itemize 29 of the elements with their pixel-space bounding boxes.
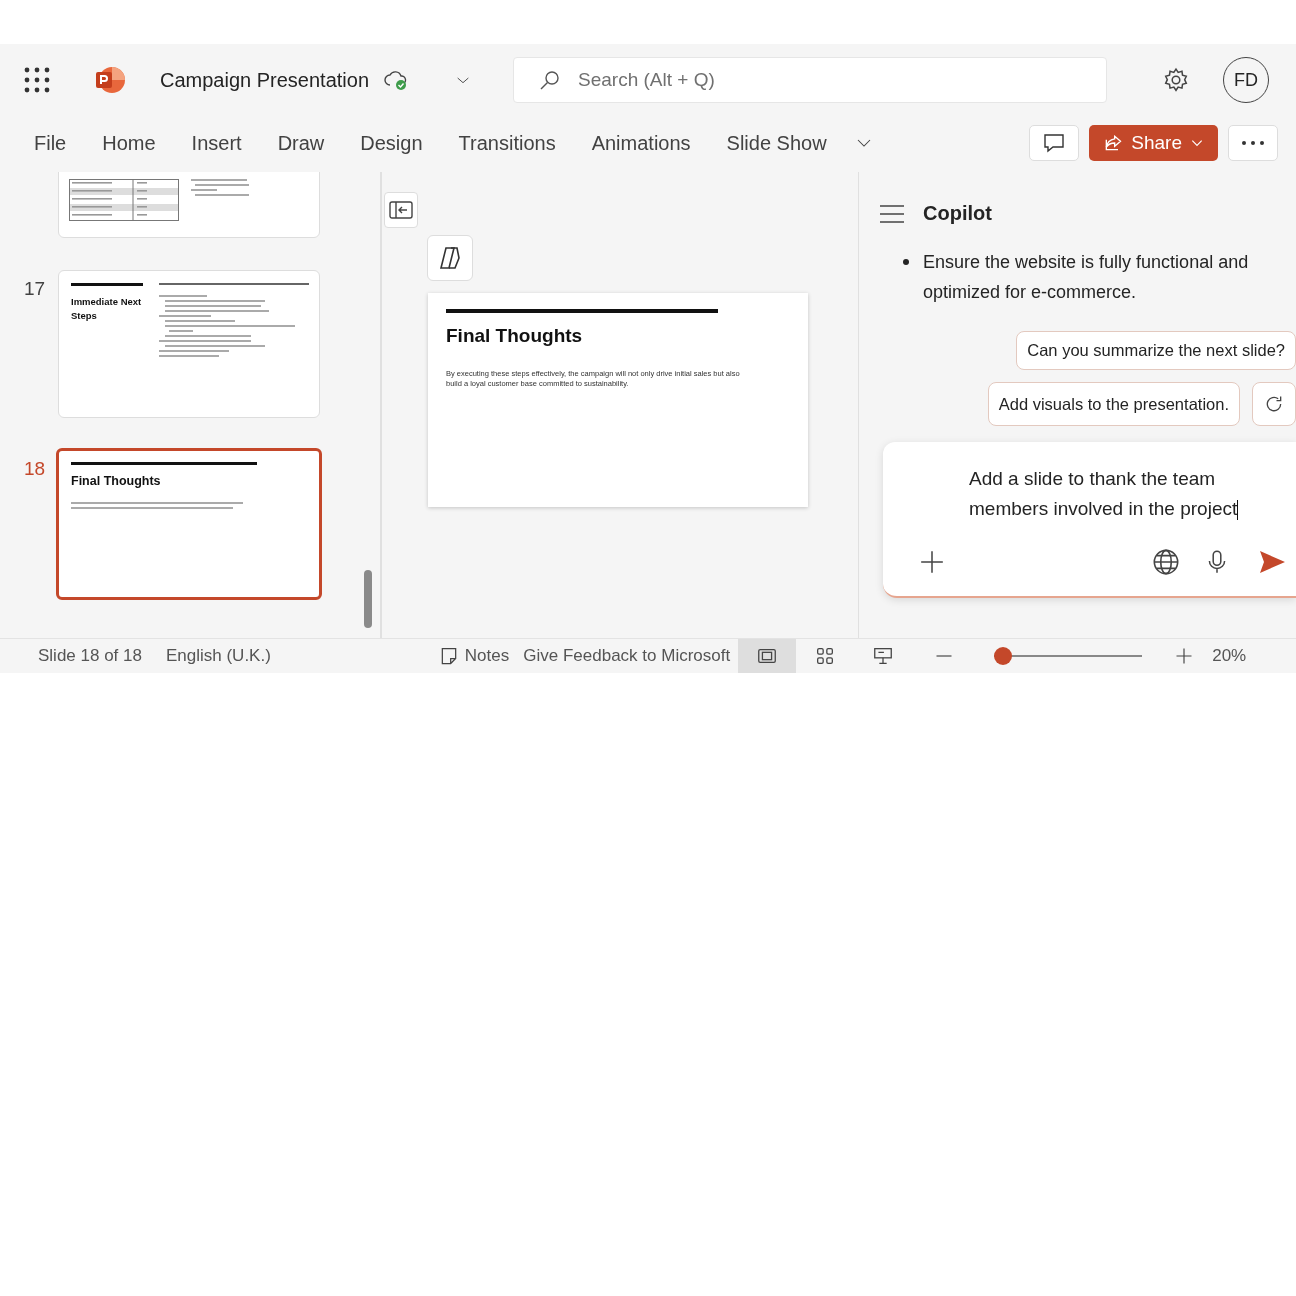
slide-thumbnail[interactable]: Final Thoughts <box>56 448 322 600</box>
bullet-text: Ensure the website is fully functional and optimized for e-commerce. <box>903 247 1275 307</box>
prompt-input-field[interactable]: Add a slide to thank the team members involved in the project <box>883 442 1296 598</box>
ribbon-tab[interactable]: Slide Show <box>712 125 841 161</box>
ribbon-tab[interactable]: Transitions <box>444 125 570 161</box>
zoom-percentage[interactable]: 20% <box>1212 646 1247 666</box>
slide-number: 17 <box>24 278 46 299</box>
panel-title: Copilot <box>923 202 992 225</box>
notes-button[interactable]: Notes <box>438 646 510 666</box>
search-input[interactable]: Search (Alt + Q) <box>576 68 980 92</box>
language-label[interactable]: English (U.K.) <box>165 646 271 666</box>
thumbnail-title: Immediate Next Steps <box>71 295 143 323</box>
suggestion-chip[interactable]: Can you summarize the next slide? <box>1016 331 1296 370</box>
slide-thumbnail[interactable]: Immediate Next Steps <box>58 270 320 418</box>
document-title[interactable]: Campaign Presentation <box>160 68 369 92</box>
slide-title: Final Thoughts <box>446 325 584 347</box>
ribbon-tab[interactable]: Home <box>88 125 170 161</box>
ribbon-tab[interactable]: Draw <box>263 125 339 161</box>
ribbon-tab[interactable]: Design <box>346 125 437 161</box>
ribbon-tab[interactable]: Animations <box>577 125 705 161</box>
feedback-link[interactable]: Give Feedback to Microsoft <box>523 646 731 666</box>
suggestion-chip[interactable]: Add visuals to the presentation. <box>987 382 1240 426</box>
slide-number: 18 <box>24 458 46 479</box>
ribbon-tab[interactable]: File <box>20 125 81 161</box>
search-field[interactable]: Search (Alt + Q) <box>513 57 1107 103</box>
slide-counter: Slide 18 of 18 <box>38 646 142 666</box>
thumbnail-title: Final Thoughts <box>71 474 162 488</box>
share-button[interactable]: Share <box>1089 125 1218 161</box>
ribbon-tab[interactable]: Insert <box>177 125 256 161</box>
